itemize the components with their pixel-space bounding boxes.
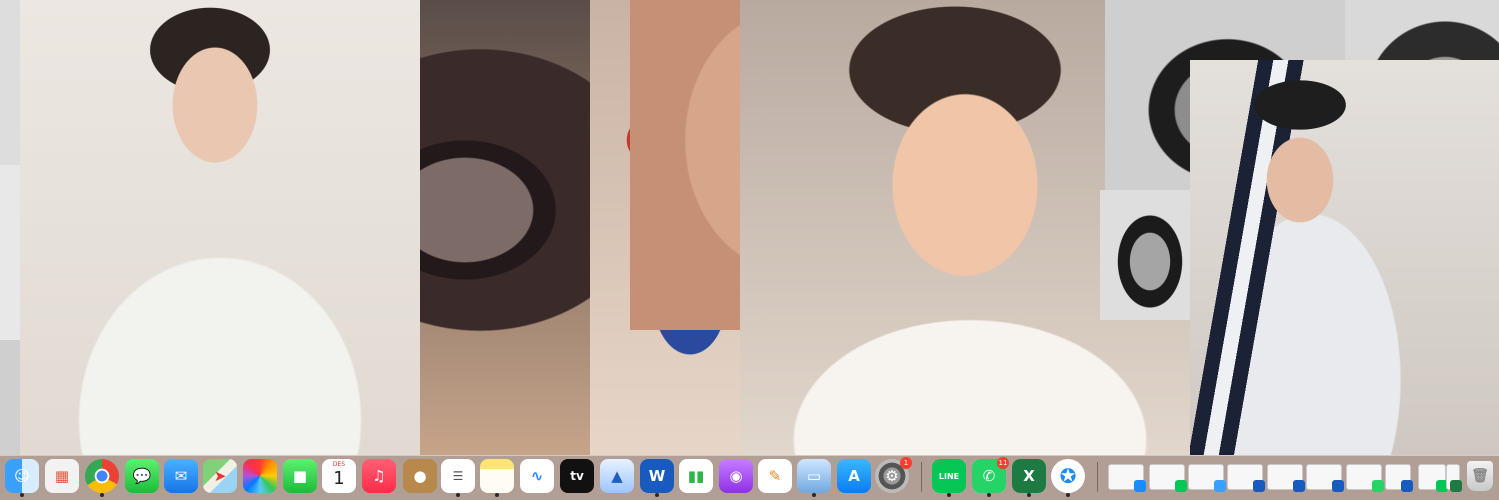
running-indicator	[987, 493, 991, 497]
running-indicator	[1027, 493, 1031, 497]
minimized-window[interactable]	[1188, 464, 1226, 492]
dock-appstore[interactable]: A	[837, 459, 871, 493]
running-indicator	[812, 493, 816, 497]
dock-safari[interactable]: ✪	[1051, 459, 1085, 497]
dock-line[interactable]: LINE	[932, 459, 966, 497]
minimized-window[interactable]	[1149, 464, 1187, 492]
dock-excel[interactable]: X	[1012, 459, 1046, 497]
numbers-icon: ▮▮	[687, 467, 705, 485]
minimized-window[interactable]	[1418, 464, 1448, 492]
safari-icon	[1134, 480, 1146, 492]
dock-whatsapp[interactable]: ✆ 11	[972, 457, 1009, 497]
finder-icon	[1214, 480, 1226, 492]
word-icon: W	[640, 459, 674, 493]
dock-divider	[921, 462, 922, 492]
minimized-window[interactable]	[1446, 464, 1462, 492]
notes-icon	[480, 459, 514, 493]
music-icon: ♫	[372, 467, 386, 485]
running-indicator	[947, 493, 951, 497]
chrome-icon	[85, 459, 119, 493]
messages-icon: 💬	[132, 467, 152, 485]
word-icon	[1332, 480, 1344, 492]
contacts-icon: ●	[413, 467, 427, 485]
mail-icon: ✉	[174, 467, 188, 485]
dock-appletv[interactable]: tv	[560, 459, 594, 493]
minimized-window[interactable]	[1108, 464, 1146, 492]
podcasts-icon: ◉	[729, 467, 743, 485]
dock-reminders[interactable]: ☰	[441, 459, 475, 497]
word-icon	[1401, 480, 1413, 492]
launchpad-icon: ▦	[54, 467, 70, 485]
running-indicator	[655, 493, 659, 497]
running-indicator	[1066, 493, 1070, 497]
dock-trash[interactable]: 🗑	[1467, 461, 1493, 491]
line-icon	[1175, 480, 1187, 492]
minimized-window[interactable]	[1227, 464, 1265, 492]
dock-notes[interactable]	[480, 459, 514, 497]
finder-icon: ☺	[14, 467, 30, 485]
desktop-wallpaper	[0, 0, 1499, 455]
maps-icon: ➤	[213, 467, 227, 485]
calendar-month: DES	[332, 461, 346, 468]
minimized-window[interactable]	[1306, 464, 1344, 492]
dock-freeform[interactable]: ∿	[520, 459, 554, 493]
dock-photos[interactable]	[243, 459, 277, 493]
appletv-icon: tv	[570, 469, 584, 483]
minimized-window[interactable]	[1385, 464, 1413, 492]
preview-icon: ▭	[806, 467, 822, 485]
running-indicator	[495, 493, 499, 497]
pages-icon: ✎	[768, 467, 782, 485]
dock-preview[interactable]: ▭	[797, 459, 831, 497]
wallpaper-photo-white-henley	[20, 0, 420, 455]
dock-finder[interactable]: ☺	[5, 459, 39, 497]
dock-calendar[interactable]: DES 1	[322, 459, 356, 493]
dock-pages[interactable]: ✎	[758, 459, 792, 493]
trash-icon: 🗑	[1471, 468, 1489, 484]
dock-facetime[interactable]: ■	[283, 459, 317, 493]
dock-numbers[interactable]: ▮▮	[679, 459, 713, 493]
dock-launchpad[interactable]: ▦	[45, 459, 79, 493]
whatsapp-icon	[1372, 480, 1384, 492]
notification-badge: 11	[997, 457, 1009, 469]
line-icon: LINE	[938, 471, 960, 481]
word-icon	[1253, 480, 1265, 492]
dock-messages[interactable]: 💬	[125, 459, 159, 493]
dock-system-settings[interactable]: ⚙ 1	[875, 457, 912, 493]
dock-word[interactable]: W	[640, 459, 674, 497]
running-indicator	[456, 493, 460, 497]
safari-icon: ✪	[1059, 464, 1077, 488]
dock-podcasts[interactable]: ◉	[719, 459, 753, 493]
running-indicator	[20, 493, 24, 497]
minimized-window[interactable]	[1346, 464, 1384, 492]
keynote-icon: ▲	[611, 467, 623, 485]
word-icon	[1293, 480, 1305, 492]
excel-icon	[1450, 480, 1462, 492]
dock-contacts[interactable]: ●	[403, 459, 437, 493]
dock: ☺ ▦ 💬 ✉ ➤ ■ DES 1 ♫ ● ☰ ∿ tv ▲ W ▮▮ ◉ ✎ …	[0, 455, 1499, 500]
dock-music[interactable]: ♫	[362, 459, 396, 493]
running-indicator	[100, 493, 104, 497]
facetime-icon: ■	[292, 467, 308, 485]
excel-icon: X	[1012, 459, 1046, 493]
minimized-window[interactable]	[1267, 464, 1305, 492]
dock-chrome[interactable]	[85, 459, 119, 497]
wallpaper-photo-track-jacket	[1190, 60, 1499, 455]
wallpaper-photo-bw-closeup	[1100, 190, 1200, 320]
appstore-icon: A	[848, 467, 860, 485]
freeform-icon: ∿	[530, 467, 544, 485]
dock-maps[interactable]: ➤	[203, 459, 237, 493]
dock-keynote[interactable]: ▲	[600, 459, 634, 493]
dock-mail[interactable]: ✉	[164, 459, 198, 493]
calendar-day: 1	[333, 468, 345, 489]
reminders-icon: ☰	[452, 469, 464, 483]
dock-divider	[1097, 462, 1098, 492]
notification-badge: 1	[900, 457, 912, 469]
photos-icon	[243, 459, 277, 493]
